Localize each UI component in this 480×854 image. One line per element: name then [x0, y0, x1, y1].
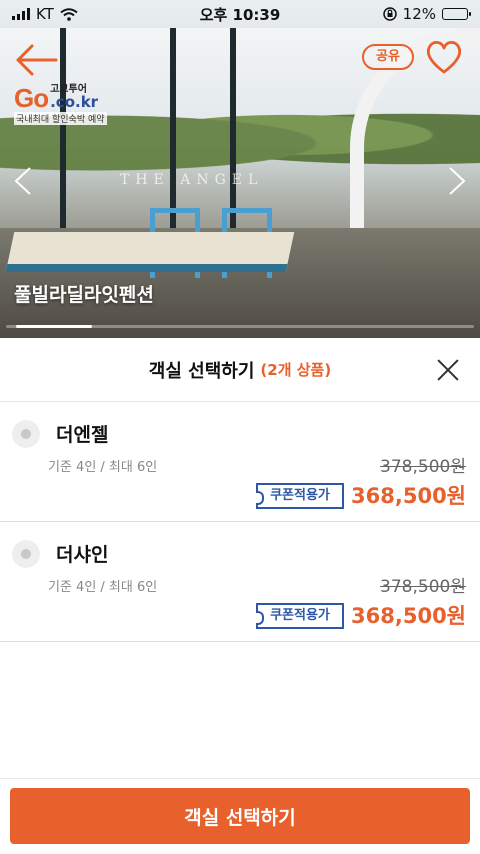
footer-divider: [0, 778, 480, 779]
brand-logo-top: Go 고코투어 .co.kr: [14, 83, 107, 113]
slide-indicator: [6, 325, 474, 328]
room-capacity: 기준 4인 / 최대 6인: [48, 460, 158, 475]
rotation-lock-icon: [382, 7, 397, 21]
room-radio[interactable]: [12, 420, 40, 448]
room-price: 368,500원: [351, 484, 466, 508]
brand-logo: Go 고코투어 .co.kr 국내최대 할인숙박 예약: [14, 84, 107, 125]
wifi-icon: [60, 7, 78, 21]
sheet-count: (2개 상품): [260, 361, 332, 379]
select-room-button[interactable]: 객실 선택하기: [10, 788, 470, 844]
share-button[interactable]: 공유: [362, 44, 414, 70]
room-capacity: 기준 4인 / 최대 6인: [48, 580, 158, 595]
room-option[interactable]: 더샤인 기준 4인 / 최대 6인 378,500원 쿠폰적용가 368,500…: [0, 522, 480, 642]
room-select-sheet: 객실 선택하기 (2개 상품) 더엔젤 기준 4인 / 최대 6인 378,50…: [0, 338, 480, 854]
sheet-header: 객실 선택하기 (2개 상품): [0, 338, 480, 402]
hero-table: [5, 232, 295, 272]
battery-percent: 12%: [402, 5, 436, 23]
room-original-price: 378,500원: [380, 577, 466, 597]
hero-watermark: THE ANGEL: [120, 172, 264, 188]
heart-icon[interactable]: [424, 38, 464, 76]
carrier-label: KT: [36, 5, 54, 23]
battery-icon: [442, 8, 471, 20]
coupon-badge: 쿠폰적용가: [256, 603, 344, 629]
status-bar: KT 오후 10:39 12%: [0, 0, 480, 28]
room-radio[interactable]: [12, 540, 40, 568]
room-original-price: 378,500원: [380, 457, 466, 477]
room-name: 더엔젤: [56, 424, 109, 446]
slide-indicator-active: [16, 325, 92, 328]
coupon-badge: 쿠폰적용가: [256, 483, 344, 509]
brand-logo-mark: Go: [14, 83, 49, 113]
signal-icon: [12, 8, 30, 20]
chevron-right-icon[interactable]: [446, 166, 468, 196]
back-arrow-icon[interactable]: [12, 40, 60, 80]
property-name: 풀빌라딜라잇펜션: [14, 284, 154, 306]
brand-logo-right: 고코투어 .co.kr: [50, 84, 98, 110]
chevron-left-icon[interactable]: [12, 166, 34, 196]
room-price: 368,500원: [351, 604, 466, 628]
room-name: 더샤인: [56, 544, 109, 566]
status-left: KT: [12, 5, 78, 23]
brand-tagline: 국내최대 할인숙박 예약: [14, 112, 107, 125]
status-right: 12%: [382, 5, 471, 23]
hero-image[interactable]: 공유 Go 고코투어 .co.kr 국내최대 할인숙박 예약 THE ANGEL…: [0, 0, 480, 338]
close-icon[interactable]: [436, 358, 460, 382]
room-option[interactable]: 더엔젤 기준 4인 / 최대 6인 378,500원 쿠폰적용가 368,500…: [0, 402, 480, 522]
sheet-title: 객실 선택하기: [148, 360, 255, 382]
brand-domain: .co.kr: [50, 93, 99, 111]
